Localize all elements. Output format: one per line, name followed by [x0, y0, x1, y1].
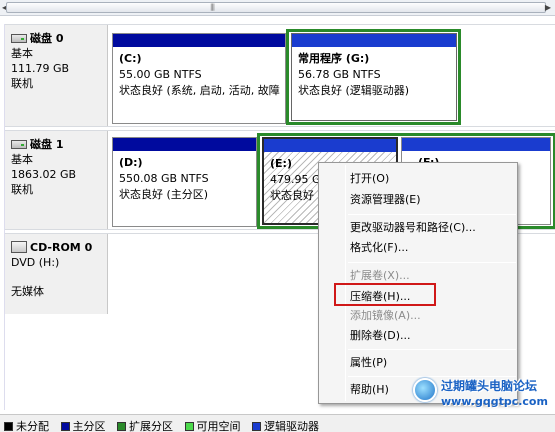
disk-type: 基本 — [11, 47, 33, 60]
primary-partition-bar — [113, 138, 256, 151]
menu-item-open[interactable]: 打开(O) — [350, 170, 389, 188]
watermark-title: 过期罐头电脑论坛 — [441, 379, 538, 393]
scrollbar-grip-icon: ||| — [210, 3, 215, 11]
disk-info-0[interactable]: 磁盘 0 基本 111.79 GB 联机 — [5, 25, 108, 126]
legend-swatch — [4, 422, 13, 431]
disk-size: 111.79 GB — [11, 62, 70, 75]
menu-item-explorer[interactable]: 资源管理器(E) — [350, 191, 421, 209]
legend-item-extended: 扩展分区 — [117, 418, 173, 432]
forum-logo-icon — [413, 378, 437, 402]
legend-label: 可用空间 — [196, 420, 241, 432]
disk-size: 1863.02 GB — [11, 168, 77, 181]
partition-size: 550.08 GB NTFS — [119, 172, 209, 185]
legend-item-unallocated: 未分配 — [4, 418, 49, 432]
legend-bar: 未分配 主分区 扩展分区 可用空间 逻辑驱动器 — [0, 414, 555, 432]
legend-swatch — [117, 422, 126, 431]
partition-status: 状态良好 (逻辑驱动器) — [298, 84, 410, 97]
menu-item-add-mirror: 添加镜像(A)... — [350, 309, 421, 322]
menu-separator — [348, 262, 516, 263]
legend-label: 逻辑驱动器 — [264, 420, 319, 432]
disk-status: 联机 — [11, 77, 33, 90]
partition-status: 状态良好 (主分区) — [119, 188, 209, 201]
legend-swatch — [184, 422, 194, 431]
disk-type: 基本 — [11, 153, 33, 166]
primary-partition-bar — [113, 34, 285, 47]
partition-status: 状态良好 (系统, 启动, 活动, 故障 — [119, 84, 280, 97]
menu-item-change-drive-letter[interactable]: 更改驱动器号和路径(C)... — [350, 219, 476, 237]
disk-type: DVD (H:) — [11, 256, 60, 269]
shrink-volume-highlight — [334, 283, 436, 306]
scroll-right-arrow-icon[interactable]: ▶ — [545, 3, 551, 12]
legend-label: 主分区 — [72, 420, 106, 432]
menu-item-delete-volume[interactable]: 删除卷(D)... — [350, 327, 411, 345]
partition-label: 常用程序 (G:) — [298, 52, 370, 65]
menu-separator — [348, 214, 516, 215]
watermark: 过期罐头电脑论坛 www.gqgtpc.com — [407, 373, 555, 414]
legend-item-free-space: 可用空间 — [184, 418, 241, 432]
legend-label: 扩展分区 — [129, 420, 173, 432]
logical-drive-bar — [402, 138, 550, 151]
cdrom-icon — [11, 241, 27, 253]
logical-drive-bar — [264, 139, 396, 152]
disk-row-0: 磁盘 0 基本 111.79 GB 联机 (C:) 55.00 GB NTFS … — [5, 24, 555, 127]
disk-info-1[interactable]: 磁盘 1 基本 1863.02 GB 联机 — [5, 131, 108, 229]
hard-disk-icon — [11, 140, 27, 149]
disk-name: CD-ROM 0 — [30, 241, 93, 254]
partition-size: 55.00 GB NTFS — [119, 68, 202, 81]
disk-name: 磁盘 0 — [30, 32, 64, 45]
disk-info-cdrom[interactable]: CD-ROM 0 DVD (H:) 无媒体 — [5, 234, 108, 314]
partition-label: (C:) — [119, 52, 142, 65]
watermark-url: www.gqgtpc.com — [441, 395, 548, 408]
horizontal-scrollbar[interactable]: ◀ ||| ▶ — [0, 0, 555, 16]
disk-name: 磁盘 1 — [30, 138, 64, 151]
menu-item-format[interactable]: 格式化(F)... — [350, 239, 408, 257]
menu-item-help[interactable]: 帮助(H) — [350, 381, 389, 399]
legend-item-logical: 逻辑驱动器 — [252, 418, 319, 432]
menu-separator — [348, 349, 516, 350]
disk-status: 联机 — [11, 183, 33, 196]
menu-item-properties[interactable]: 属性(P) — [350, 354, 387, 372]
legend-swatch — [60, 422, 70, 431]
partition-label: (D:) — [119, 156, 143, 169]
partition-g[interactable]: 常用程序 (G:) 56.78 GB NTFS 状态良好 (逻辑驱动器) — [291, 33, 457, 121]
legend-swatch — [252, 422, 261, 431]
legend-item-primary: 主分区 — [60, 418, 106, 432]
hard-disk-icon — [11, 34, 27, 43]
logical-drive-bar — [292, 34, 456, 47]
disk-status: 无媒体 — [11, 285, 44, 298]
partition-size: 56.78 GB NTFS — [298, 68, 381, 81]
scrollbar-thumb[interactable] — [6, 2, 546, 13]
partition-d[interactable]: (D:) 550.08 GB NTFS 状态良好 (主分区) — [112, 137, 257, 227]
partition-c[interactable]: (C:) 55.00 GB NTFS 状态良好 (系统, 启动, 活动, 故障 — [112, 33, 286, 124]
legend-label: 未分配 — [16, 420, 49, 432]
